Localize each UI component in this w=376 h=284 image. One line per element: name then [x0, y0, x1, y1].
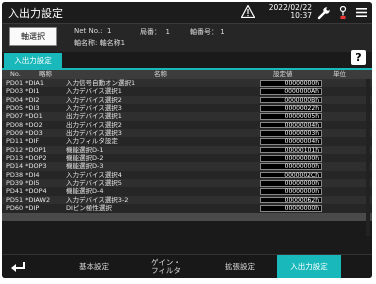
row-no: PD08 *DO2 [6, 120, 43, 129]
net-no-label: Net No.: 1 [74, 27, 111, 35]
row-name: 出力デバイス選択1 [66, 112, 122, 121]
row-value-field[interactable]: 00000000h [260, 188, 322, 195]
row-no: PD01 *DIA1 [6, 79, 45, 87]
nav-extended-settings[interactable]: 拡張設定 [210, 255, 270, 278]
table-row[interactable]: PD08 *DO2 出力デバイス選択2 00000004h [2, 120, 372, 130]
row-no: PD14 *DOP3 [6, 162, 47, 171]
row-name: 入力デバイス選択1 [66, 87, 122, 96]
row-no: PD04 *DI2 [6, 95, 40, 104]
parameter-table: PD01 *DIA1 入力信号自動オン選択1 00000000h PD03 *DI1 入… [2, 79, 372, 221]
help-icon[interactable]: ? [351, 50, 366, 65]
row-value-field[interactable]: 00000000h [260, 205, 322, 212]
table-row[interactable]: PD12 *DOP1 機能選択D-1 00000101h [2, 145, 372, 155]
row-no: PD39 *DI5 [6, 179, 40, 188]
row-value-field[interactable]: 00000062h [260, 196, 322, 203]
nav-gain-filter[interactable]: ゲイン・ フィルタ [136, 255, 196, 278]
table-row[interactable]: PD14 *DOP3 機能選択D-3 00000000h [2, 162, 372, 171]
col-unit: 単位 [333, 70, 346, 78]
axis-no-caption: 軸番号： [190, 28, 218, 36]
row-value-field[interactable]: 00000101h [260, 146, 322, 153]
axis-name: 軸名称: 軸名称1 [74, 39, 126, 47]
row-value-field[interactable]: 00000022h [260, 105, 322, 112]
row-value-field[interactable]: 00000004h [260, 138, 322, 145]
axis-select-button[interactable]: 軸選択 [9, 27, 57, 46]
row-name: 機能選択D-4 [66, 187, 104, 196]
row-value-field[interactable]: 00000000h [260, 155, 322, 162]
row-value-field[interactable]: 0000002Ch [260, 171, 322, 178]
title-bar: 入出力設定 2022/02/22 10:37 [2, 2, 372, 24]
row-name: 機能選択D-3 [66, 162, 104, 171]
menu-icon[interactable] [356, 7, 367, 18]
row-name: 入力フィルタ設定 [66, 137, 118, 146]
row-no: PD11 *DIF [6, 137, 40, 146]
table-row[interactable]: PD39 *DI5 入力デバイス選択5 00000000h [2, 179, 372, 188]
tab-io-settings[interactable]: 入出力設定 [4, 53, 62, 69]
bottom-nav: 基本設定 ゲイン・ フィルタ 拡張設定 入出力設定 [2, 254, 372, 278]
device-screen: 入出力設定 2022/02/22 10:37 軸選択 Net No.: 1 局番… [2, 2, 372, 278]
station-caption: 局番： [140, 28, 161, 36]
row-no: PD13 *DOP2 [6, 154, 47, 163]
nav-basic-settings[interactable]: 基本設定 [64, 255, 124, 278]
net-no-value: 1 [106, 27, 112, 35]
table-row[interactable]: PD03 *DI1 入力デバイス選択1 0000000Ah [2, 87, 372, 96]
row-no: PD12 *DOP1 [6, 145, 47, 154]
col-abbr: 略称 [39, 70, 52, 78]
row-value-field[interactable]: 0000000Bh [260, 96, 322, 103]
row-no: PD03 *DI1 [6, 87, 40, 96]
empty-row [2, 212, 372, 221]
table-row[interactable]: PD09 *DO3 出力デバイス選択3 00000003h [2, 129, 372, 138]
station-value: 1 [165, 28, 170, 36]
row-name: 機能選択D-1 [66, 145, 104, 154]
table-header: No. 略称 名称 設定値 単位 [2, 70, 372, 79]
table-row[interactable]: PD05 *DI3 入力デバイス選択3 00000022h [2, 104, 372, 113]
table-row[interactable]: PD01 *DIA1 入力信号自動オン選択1 00000000h [2, 79, 372, 88]
time-text: 10:37 [290, 11, 312, 20]
row-no: PD38 *DI4 [6, 170, 40, 179]
axis-no-value: 1 [220, 28, 225, 36]
scrollbar[interactable] [366, 79, 370, 236]
datetime: 2022/02/22 10:37 [264, 4, 312, 20]
table-row[interactable]: PD07 *DO1 出力デバイス選択1 00000005h [2, 112, 372, 121]
row-no: PD05 *DI3 [6, 104, 40, 113]
back-icon[interactable] [10, 260, 26, 274]
row-value-field[interactable]: 00000003h [260, 130, 322, 137]
row-name: 入力デバイス選択3-2 [66, 195, 129, 204]
row-name: 入力デバイス選択4 [66, 170, 122, 179]
nav-gain-line2: フィルタ [151, 266, 181, 275]
axis-no-label: 軸番号： 1 [190, 27, 225, 37]
axis-info-panel: 軸選択 Net No.: 1 局番： 1 軸番号： 1 軸名称: 軸名称1 [2, 24, 372, 52]
tab-row: 入出力設定 ? [2, 50, 372, 69]
net-no-caption: Net No.: [74, 27, 103, 35]
nav-io-settings[interactable]: 入出力設定 [277, 255, 341, 278]
table-row[interactable]: PD41 *DOP4 機能選択D-4 00000000h [2, 187, 372, 196]
row-no: PD09 *DO3 [6, 129, 43, 138]
row-no: PD51 *DIAW2 [6, 195, 51, 204]
table-row[interactable]: PD38 *DI4 入力デバイス選択4 0000002Ch [2, 170, 372, 180]
row-value-field[interactable]: 00000005h [260, 113, 322, 120]
table-row[interactable]: PD51 *DIAW2 入力デバイス選択3-2 00000062h [2, 195, 372, 205]
col-value: 設定値 [273, 70, 293, 78]
row-value-field[interactable]: 0000000Ah [260, 88, 322, 95]
row-value-field[interactable]: 00000000h [260, 80, 322, 87]
row-value-field[interactable]: 00000000h [260, 163, 322, 170]
row-no: PD41 *DOP4 [6, 187, 47, 196]
station-label: 局番： 1 [140, 27, 170, 37]
row-name: 入力デバイス選択2 [66, 95, 122, 104]
warning-icon[interactable] [241, 5, 255, 18]
probe-icon[interactable] [339, 6, 347, 20]
table-row[interactable]: PD04 *DI2 入力デバイス選択2 0000000Bh [2, 95, 372, 105]
row-name: DIピン極性選択 [66, 204, 112, 213]
col-name: 名称 [154, 70, 167, 78]
table-row[interactable]: PD13 *DOP2 機能選択D-2 00000000h [2, 154, 372, 163]
row-no: PD07 *DO1 [6, 112, 43, 121]
row-name: 出力デバイス選択2 [66, 120, 122, 129]
table-row[interactable]: PD60 *DIP DIピン極性選択 00000000h [2, 204, 372, 213]
row-value-field[interactable]: 00000004h [260, 121, 322, 128]
page-title: 入出力設定 [8, 7, 63, 20]
col-no: No. [10, 70, 21, 78]
row-value-field[interactable]: 00000000h [260, 180, 322, 187]
wrench-icon[interactable] [317, 6, 331, 20]
row-no: PD60 *DIP [6, 204, 40, 213]
table-row[interactable]: PD11 *DIF 入力フィルタ設定 00000004h [2, 137, 372, 146]
